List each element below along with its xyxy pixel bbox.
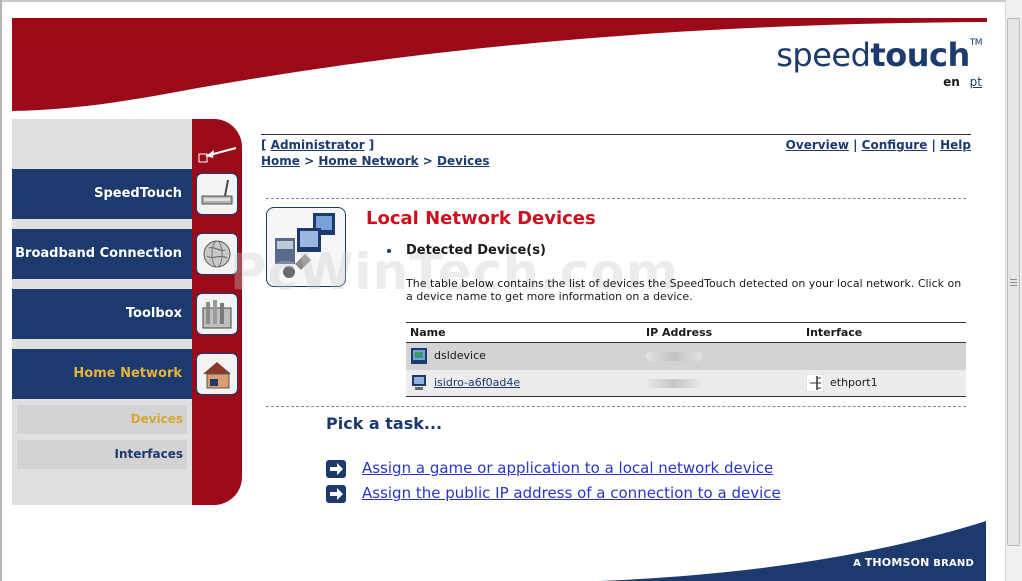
computer-icon [411,348,427,365]
table-row[interactable]: dsldevice [406,342,966,370]
footer-swoosh [600,521,986,581]
subnav-interfaces[interactable]: Interfaces [17,440,187,469]
assign-game-link[interactable]: Assign a game or application to a local … [362,459,773,477]
header-rule [261,134,971,135]
admin-indicator: [ Administrator ] [261,138,375,152]
scrollbar-grip-icon [1010,279,1017,287]
table-row[interactable]: isidro-a6f0ad4e ethport1 [406,369,966,397]
cell-interface [802,342,966,370]
device-link[interactable]: isidro-a6f0ad4e [434,376,520,389]
nav-item-home-network[interactable]: Home Network [12,349,192,399]
network-devices-icon [266,207,346,287]
nav-item-speedtouch[interactable]: SpeedTouch [12,169,192,219]
cell-name: isidro-a6f0ad4e [406,369,642,397]
router-icon[interactable] [196,173,238,215]
ip-redacted [646,378,702,388]
back-arrow-icon[interactable] [198,146,238,164]
task-item: Assign a game or application to a local … [326,459,773,478]
page-title: Local Network Devices [366,208,596,229]
left-navigation: SpeedTouch Broadband Connection Toolbox … [12,119,242,505]
cell-ip [642,342,802,370]
table-header-row: Name IP Address Interface [406,322,966,343]
column-name: Name [406,322,642,343]
task-item: Assign the public IP address of a connec… [326,484,781,503]
column-interface: Interface [802,322,966,343]
arrow-right-icon[interactable] [326,459,346,478]
devices-table: Name IP Address Interface dsldevice isid… [406,322,966,397]
section-bullet [387,249,391,253]
configure-link[interactable]: Configure [862,138,928,152]
nav-item-toolbox[interactable]: Toolbox [12,289,192,339]
page-description: The table below contains the list of dev… [406,277,962,303]
help-link[interactable]: Help [940,138,971,152]
section-title: Detected Device(s) [406,243,546,258]
top-links: Overview | Configure | Help [785,138,971,152]
breadcrumb: Home > Home Network > Devices [261,154,490,168]
administrator-link[interactable]: Administrator [271,138,365,152]
subnav-devices[interactable]: Devices [17,405,187,434]
arrow-right-icon[interactable] [326,484,346,503]
divider-bottom [266,406,966,407]
thomson-brand: A THOMSON BRAND [853,556,974,569]
nav-item-broadband-connection[interactable]: Broadband Connection [12,229,192,279]
globe-icon[interactable] [196,233,238,275]
overview-link[interactable]: Overview [786,138,849,152]
ip-redacted [646,352,702,362]
speedtouch-logo: speedtouchTM [776,36,982,74]
house-icon[interactable] [196,353,238,395]
cell-name: dsldevice [406,342,642,370]
cell-interface: ethport1 [802,369,966,397]
pc-icon [412,374,426,390]
ethernet-port-icon [806,373,824,392]
breadcrumb-devices[interactable]: Devices [437,154,489,168]
language-selector: en pt [943,75,982,89]
pick-a-task-heading: Pick a task... [326,414,443,433]
cell-ip [642,369,802,397]
breadcrumb-home-network[interactable]: Home Network [318,154,418,168]
window-top-edge [0,0,1022,2]
window-left-edge [0,0,2,581]
toolbox-icon[interactable] [196,293,238,335]
breadcrumb-home[interactable]: Home [261,154,300,168]
lang-en: en [943,75,960,89]
lang-pt-link[interactable]: pt [970,75,982,89]
vertical-scrollbar[interactable] [1005,0,1022,581]
assign-public-ip-link[interactable]: Assign the public IP address of a connec… [362,484,781,502]
divider-top [266,198,966,199]
column-ip-address: IP Address [642,322,802,343]
